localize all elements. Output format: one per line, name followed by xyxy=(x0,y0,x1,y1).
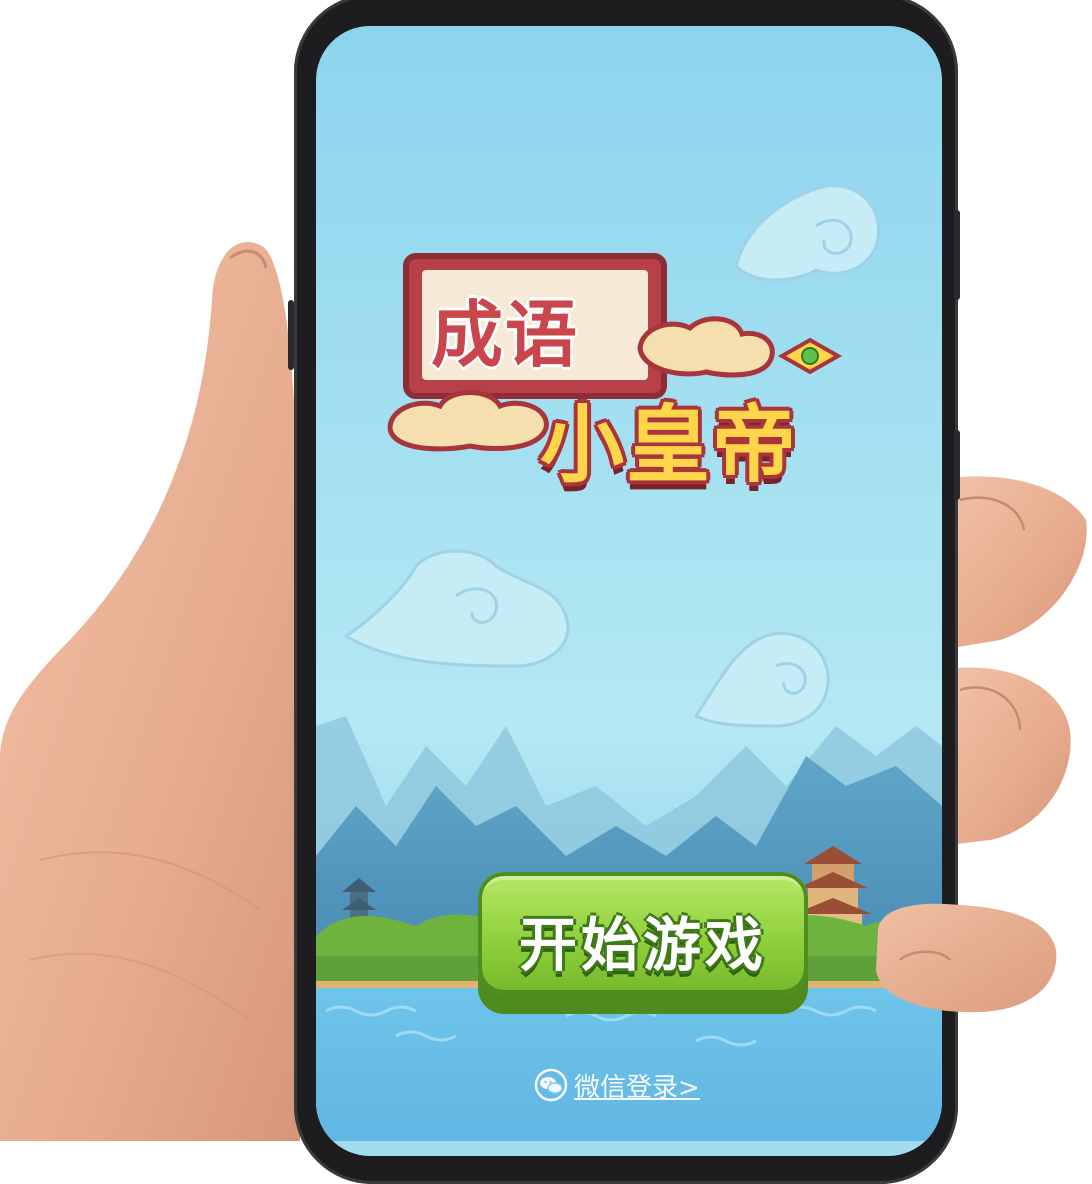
hand-front xyxy=(876,496,1057,1013)
scene: 成语 小皇帝 开始游戏 微信登录> xyxy=(0,0,1092,1184)
